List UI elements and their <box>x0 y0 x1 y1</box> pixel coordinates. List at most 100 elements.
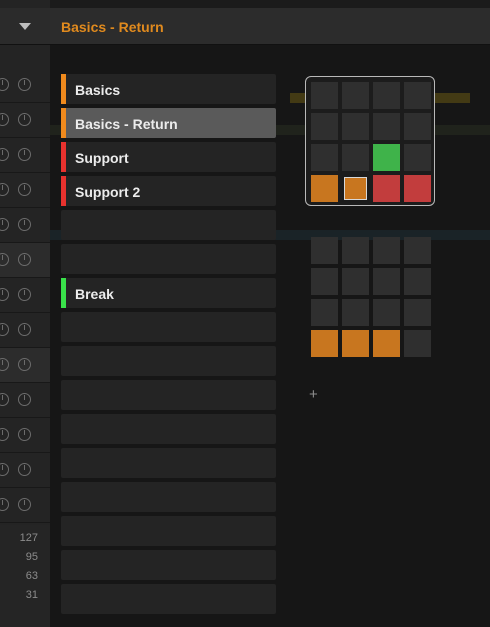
scene-label: Break <box>75 286 114 302</box>
scene-slot[interactable]: Break <box>61 278 276 308</box>
scene-color-bar <box>61 176 66 206</box>
track-knob-row <box>0 208 50 243</box>
knob-icon[interactable] <box>0 498 9 511</box>
scene-slot[interactable] <box>61 482 276 512</box>
scene-label: Basics - Return <box>75 116 178 132</box>
scene-slot[interactable] <box>61 210 276 240</box>
pad[interactable] <box>404 175 431 202</box>
scene-color-bar <box>61 74 66 104</box>
pad[interactable] <box>342 144 369 171</box>
chevron-down-icon <box>19 23 31 30</box>
pad[interactable] <box>404 113 431 140</box>
pad[interactable] <box>311 299 338 326</box>
knob-icon[interactable] <box>0 358 9 371</box>
knob-icon[interactable] <box>0 218 9 231</box>
knob-icon[interactable] <box>0 183 9 196</box>
pad[interactable] <box>373 82 400 109</box>
pad[interactable] <box>342 82 369 109</box>
pad[interactable] <box>404 237 431 264</box>
scene-slot[interactable] <box>61 550 276 580</box>
knob-icon[interactable] <box>0 253 9 266</box>
scene-list: Basics Basics - Return Support Support 2 Bre… <box>61 74 276 618</box>
scene-slot[interactable]: Basics - Return <box>61 108 276 138</box>
pad[interactable] <box>373 237 400 264</box>
pad[interactable] <box>373 299 400 326</box>
scene-title-bar: Basics - Return <box>50 8 490 45</box>
knob-icon[interactable] <box>0 288 9 301</box>
knob-icon[interactable] <box>18 428 31 441</box>
scene-slot[interactable] <box>61 380 276 410</box>
knob-icon[interactable] <box>18 78 31 91</box>
scene-slot[interactable]: Support <box>61 142 276 172</box>
scene-slot[interactable] <box>61 346 276 376</box>
track-knob-row <box>0 173 50 208</box>
knob-icon[interactable] <box>0 323 9 336</box>
knob-icon[interactable] <box>18 358 31 371</box>
knob-icon[interactable] <box>18 218 31 231</box>
pad[interactable] <box>342 175 369 202</box>
pad[interactable] <box>404 268 431 295</box>
scene-color-bar <box>61 108 66 138</box>
track-knob-row <box>0 488 50 523</box>
knob-icon[interactable] <box>18 183 31 196</box>
scene-slot[interactable] <box>61 414 276 444</box>
track-knob-row <box>0 313 50 348</box>
pad[interactable] <box>311 113 338 140</box>
scene-slot[interactable] <box>61 448 276 478</box>
pad[interactable] <box>404 330 431 357</box>
pad[interactable] <box>342 268 369 295</box>
page-title: Basics - Return <box>61 19 164 35</box>
scene-slot[interactable]: Basics <box>61 74 276 104</box>
knob-icon[interactable] <box>0 393 9 406</box>
scene-color-bar <box>61 278 66 308</box>
pad[interactable] <box>373 330 400 357</box>
velocity-label: 95 <box>25 551 38 563</box>
track-knob-row <box>0 383 50 418</box>
collapse-button[interactable] <box>0 8 50 45</box>
knob-icon[interactable] <box>18 323 31 336</box>
pad[interactable] <box>404 144 431 171</box>
knob-icon[interactable] <box>18 463 31 476</box>
pad[interactable] <box>404 82 431 109</box>
velocity-label: 31 <box>25 589 38 601</box>
pad[interactable] <box>342 237 369 264</box>
pad[interactable] <box>311 82 338 109</box>
pad[interactable] <box>404 299 431 326</box>
knob-icon[interactable] <box>18 498 31 511</box>
knob-icon[interactable] <box>18 148 31 161</box>
pad[interactable] <box>373 144 400 171</box>
knob-icon[interactable] <box>18 253 31 266</box>
knob-icon[interactable] <box>0 463 9 476</box>
knob-icon[interactable] <box>18 113 31 126</box>
knob-icon[interactable] <box>18 393 31 406</box>
velocity-label: 127 <box>19 532 38 544</box>
knob-icon[interactable] <box>0 148 9 161</box>
track-knob-row <box>0 243 50 278</box>
pad[interactable] <box>373 175 400 202</box>
knob-icon[interactable] <box>18 288 31 301</box>
scene-slot[interactable] <box>61 584 276 614</box>
pad[interactable] <box>311 268 338 295</box>
track-knob-row <box>0 103 50 138</box>
knob-icon[interactable] <box>0 113 9 126</box>
scene-slot[interactable] <box>61 312 276 342</box>
pad[interactable] <box>373 268 400 295</box>
scene-slot[interactable] <box>61 244 276 274</box>
track-knob-row <box>0 418 50 453</box>
pad[interactable] <box>311 175 338 202</box>
add-scene-button[interactable]: + <box>309 386 318 403</box>
scene-slot[interactable] <box>61 516 276 546</box>
pad[interactable] <box>311 330 338 357</box>
scene-slot[interactable]: Support 2 <box>61 176 276 206</box>
velocity-label: 63 <box>25 570 38 582</box>
knob-icon[interactable] <box>0 428 9 441</box>
knob-icon[interactable] <box>0 78 9 91</box>
pad[interactable] <box>311 144 338 171</box>
pad[interactable] <box>342 299 369 326</box>
track-knob-row <box>0 348 50 383</box>
pad[interactable] <box>311 237 338 264</box>
scene-label: Support 2 <box>75 184 141 200</box>
pad[interactable] <box>373 113 400 140</box>
pad[interactable] <box>342 113 369 140</box>
pad[interactable] <box>342 330 369 357</box>
